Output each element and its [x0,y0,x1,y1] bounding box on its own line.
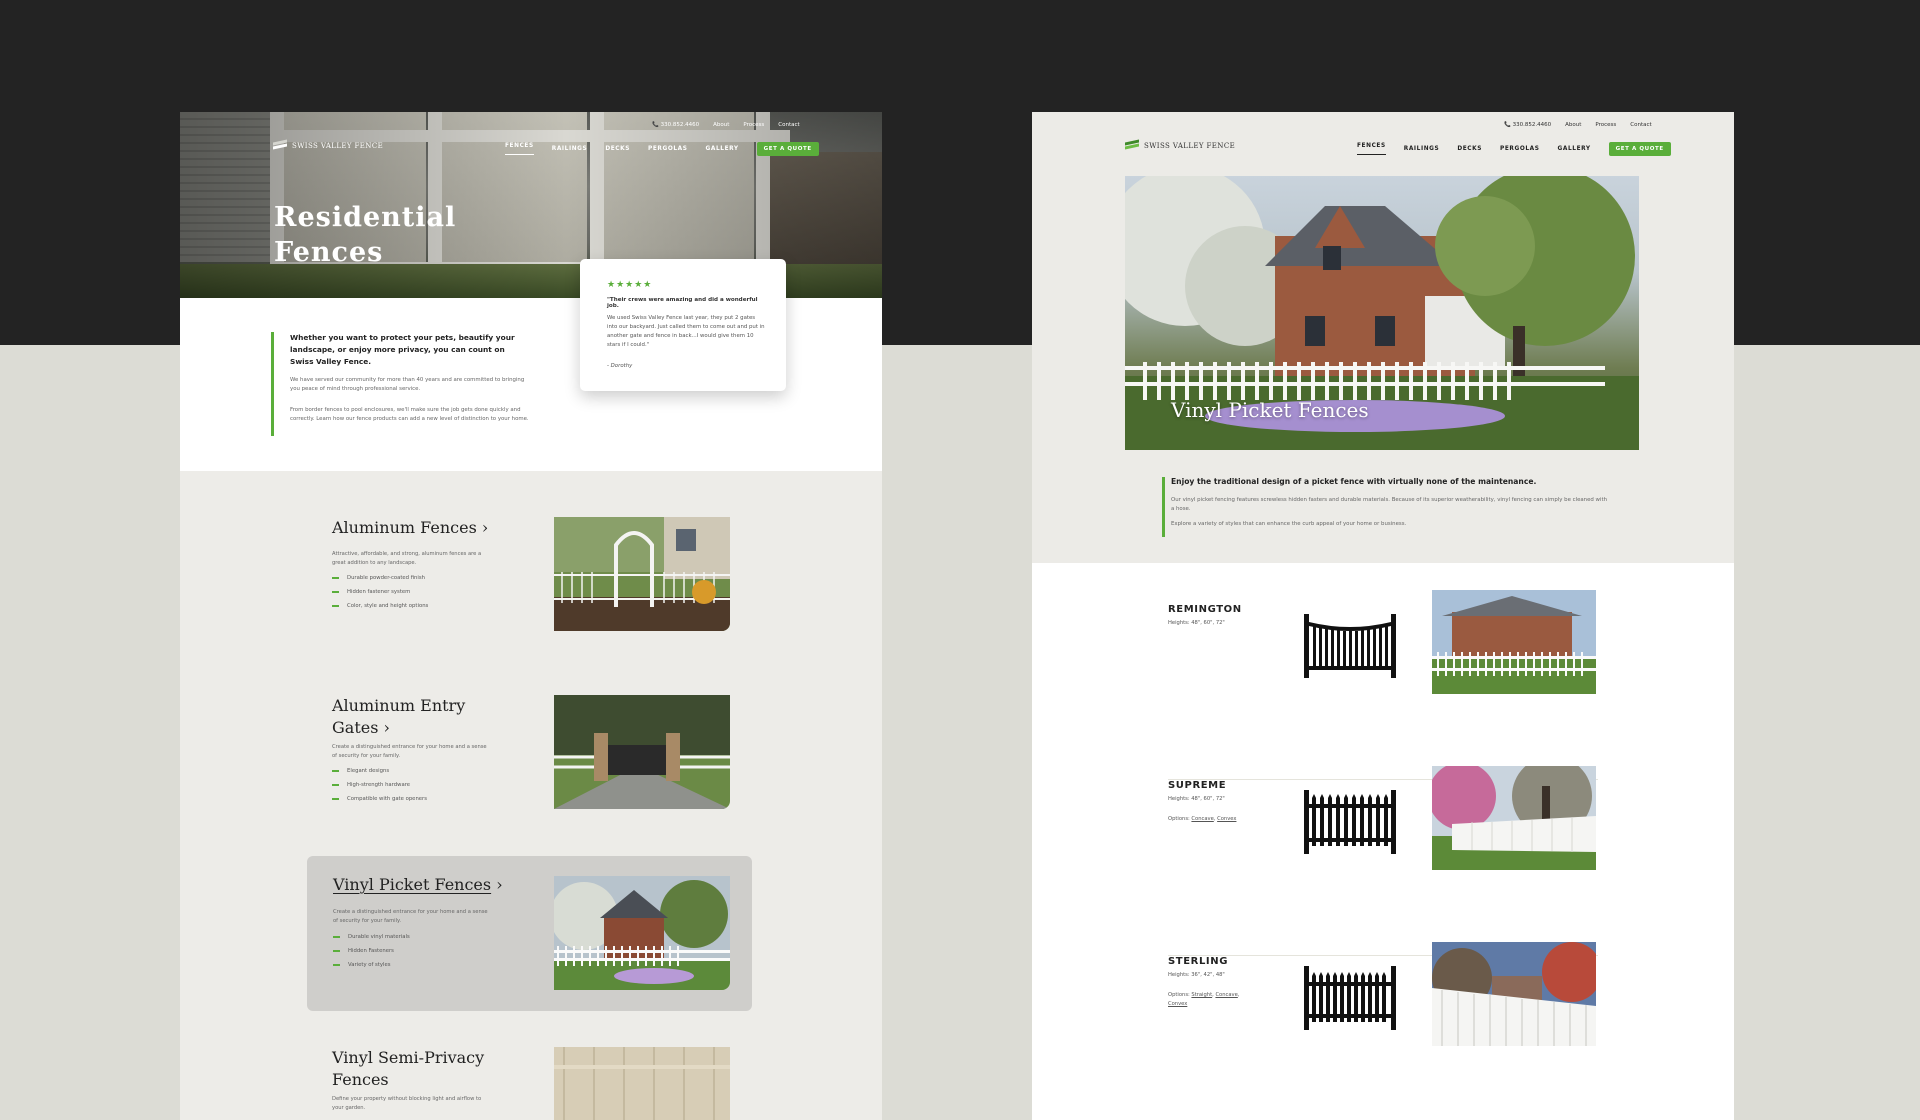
get-a-quote-button[interactable]: GET A QUOTE [756,142,819,156]
logo-icon [1125,139,1139,150]
intro-heading: Whether you want to protect your pets, b… [290,333,515,366]
nav-pergolas[interactable]: PERGOLAS [648,146,688,152]
intro-paragraph-1: We have served our community for more th… [290,377,525,392]
product-aluminum-entry-gates[interactable]: Aluminum Entry Gates › Create a distingui… [332,695,752,815]
list-item: Hidden fastener system [332,585,428,599]
nav-fences[interactable]: FENCES [505,143,534,155]
main-nav: FENCES RAILINGS DECKS PERGOLAS GALLERY G… [1357,142,1671,156]
intro-paragraph-2: From border fences to pool enclosures, w… [290,407,529,422]
util-about-link[interactable]: About [713,122,729,128]
style-heights: Heights: 48", 60", 72" [1168,620,1225,626]
product-title[interactable]: Aluminum Entry Gates › [332,695,465,739]
nav-railings[interactable]: RAILINGS [1404,146,1440,152]
option-concave-link[interactable]: Concave [1191,816,1213,822]
testimonial-body: We used Swiss Valley Fence last year, th… [607,315,765,348]
nav-decks[interactable]: DECKS [605,146,630,152]
main-nav: FENCES RAILINGS DECKS PERGOLAS GALLERY G… [505,142,819,156]
util-about-link[interactable]: About [1565,122,1581,128]
phone-link[interactable]: 📞 330.852.4460 [1504,122,1551,128]
remington-photo [1432,590,1596,694]
site-logo[interactable]: SWISS VALLEY FENCE [273,139,383,150]
supreme-photo [1432,766,1596,870]
feature-list: Durable vinyl materials Hidden Fasteners… [333,930,410,972]
style-heights: Heights: 48", 60", 72" [1168,796,1225,802]
vinyl-picket-photo [554,876,730,990]
lead-heading: Enjoy the traditional design of a picket… [1171,477,1537,486]
product-description: Create a distinguished entrance for your… [332,744,487,759]
style-options: Options: Concave, Convex [1168,816,1237,822]
page-title: Residential Fences [274,202,457,268]
list-item: Color, style and height options [332,599,428,613]
nav-decks[interactable]: DECKS [1457,146,1482,152]
nav-railings[interactable]: RAILINGS [552,146,588,152]
lead-section: Enjoy the traditional design of a picket… [1162,477,1611,537]
style-sterling: STERLING Heights: 36", 42", 48" Options:… [1168,942,1598,1120]
hero-image: Vinyl Picket Fences [1125,176,1639,450]
util-process-link[interactable]: Process [1595,122,1616,128]
lead-paragraph-2: Explore a variety of styles that can enh… [1171,521,1407,527]
product-description: Create a distinguished entrance for your… [333,909,488,924]
logo-icon [273,139,287,150]
residential-fences-page: 📞 330.852.4460 About Process Contact SWI… [180,112,882,1120]
hero-title: Vinyl Picket Fences [1171,398,1369,422]
nav-pergolas[interactable]: PERGOLAS [1500,146,1540,152]
site-logo[interactable]: SWISS VALLEY FENCE [1125,139,1235,150]
nav-gallery[interactable]: GALLERY [706,146,739,152]
util-contact-link[interactable]: Contact [778,122,799,128]
style-supreme: SUPREME Heights: 48", 60", 72" Options: … [1168,766,1598,956]
star-rating: ★★★★★ [607,280,653,290]
sterling-photo [1432,942,1596,1046]
testimonial-card: ★★★★★ "Their crews were amazing and did … [580,259,786,391]
product-aluminum-fences[interactable]: Aluminum Fences › Attractive, affordable… [332,517,752,637]
list-item: Elegant designs [332,764,427,778]
testimonial-quote: "Their crews were amazing and did a wond… [607,297,758,309]
list-item: Hidden Fasteners [333,944,410,958]
style-remington: REMINGTON Heights: 48", 60", 72" [1168,590,1598,780]
nav-fences[interactable]: FENCES [1357,143,1386,155]
list-item: Variety of styles [333,958,410,972]
style-name: STERLING [1168,956,1229,967]
list-item: Compatible with gate openers [332,792,427,806]
accent-bar [271,332,274,436]
utility-bar: 📞 330.852.4460 About Process Contact [1504,122,1652,128]
style-name: SUPREME [1168,780,1227,791]
product-description: Define your property without blocking li… [332,1096,482,1111]
semi-privacy-photo [554,1047,730,1120]
testimonial-author: - Dorothy [607,363,633,369]
product-title[interactable]: Vinyl Picket Fences › [333,874,503,896]
feature-list: Durable powder-coated finish Hidden fast… [332,571,428,613]
option-concave-link[interactable]: Concave [1215,992,1237,998]
option-convex-link[interactable]: Convex [1217,816,1236,822]
list-item: High-strength hardware [332,778,427,792]
nav-gallery[interactable]: GALLERY [1558,146,1591,152]
option-straight-link[interactable]: Straight [1191,992,1212,998]
option-convex-link[interactable]: Convex [1168,1001,1187,1007]
product-vinyl-picket-fences[interactable]: Vinyl Picket Fences › Create a distingui… [307,856,752,1011]
product-vinyl-semi-privacy-fences[interactable]: Vinyl Semi-Privacy Fences Define your pro… [332,1047,752,1120]
get-a-quote-button[interactable]: GET A QUOTE [1608,142,1671,156]
util-process-link[interactable]: Process [743,122,764,128]
util-contact-link[interactable]: Contact [1630,122,1651,128]
style-name: REMINGTON [1168,604,1242,615]
sterling-fence-icon [1304,966,1396,1030]
list-item: Durable powder-coated finish [332,571,428,585]
phone-link[interactable]: 📞 330.852.4460 [652,122,699,128]
utility-bar: 📞 330.852.4460 About Process Contact [652,122,800,128]
entry-gate-photo [554,695,730,809]
style-options: Options: Straight, Concave, Convex [1168,992,1240,1007]
list-item: Durable vinyl materials [333,930,410,944]
lead-paragraph-1: Our vinyl picket fencing features screwl… [1171,497,1607,512]
style-heights: Heights: 36", 42", 48" [1168,972,1225,978]
product-title[interactable]: Aluminum Fences › [332,517,488,539]
product-description: Attractive, affordable, and strong, alum… [332,551,482,566]
accent-bar [1162,477,1165,537]
product-title[interactable]: Vinyl Semi-Privacy Fences [332,1047,484,1091]
remington-fence-icon [1304,614,1396,678]
feature-list: Elegant designs High-strength hardware C… [332,764,427,806]
supreme-fence-icon [1304,790,1396,854]
vinyl-picket-fences-page: 📞 330.852.4460 About Process Contact SWI… [1032,112,1734,1120]
aluminum-fence-photo [554,517,730,631]
